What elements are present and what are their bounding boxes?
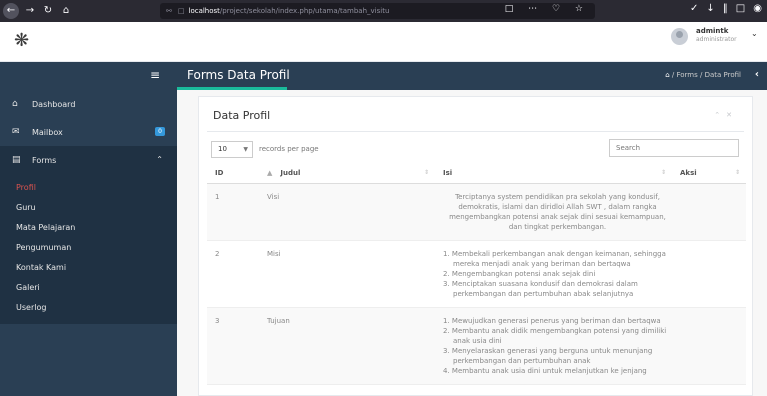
breadcrumb-separator: / — [700, 71, 703, 79]
table-row: 3 Tujuan 1. Mewujudkan generasi penerus … — [207, 307, 746, 385]
divider — [207, 131, 744, 132]
sidebar-item-label: Forms — [32, 155, 57, 165]
column-header-aksi[interactable]: Aksi ⇕ — [672, 163, 746, 184]
mailbox-count-badge: 0 — [155, 127, 165, 136]
sidebar-menu: ⌂ Dashboard ✉ Mailbox 0 ▤ Forms ⌃ — [0, 90, 177, 174]
caret-down-icon: ▼ — [243, 146, 248, 153]
page-title: Forms Data Profil — [187, 68, 290, 82]
submenu-item-galeri[interactable]: Galeri — [0, 278, 177, 298]
app-header: ❋ admintk administrator ⌄ — [0, 22, 767, 62]
submenu-item-profil[interactable]: Profil — [0, 178, 177, 198]
list-item: 4. Membantu anak usia dini untuk melanju… — [443, 366, 647, 375]
breadcrumb-separator: / — [671, 71, 675, 79]
url-actions[interactable]: □ ⋯ ♡ ☆ — [505, 4, 589, 14]
sidebar: ≡ ⌂ Dashboard ✉ Mailbox 0 ▤ Forms ⌃ Prof… — [0, 62, 177, 396]
isi-list: 1. Membekali perkembangan anak dengan ke… — [443, 249, 672, 299]
sidebar-item-forms[interactable]: ▤ Forms ⌃ — [0, 146, 177, 174]
chevron-up-icon: ⌃ — [156, 155, 163, 164]
submenu-item-userlog[interactable]: Userlog — [0, 298, 177, 318]
home-icon[interactable]: ⌂ — [59, 4, 73, 18]
table-row: 2 Misi 1. Membekali perkembangan anak de… — [207, 240, 746, 308]
sort-asc-icon: ▲ — [267, 168, 273, 177]
url-host: localhost — [188, 7, 220, 15]
school-logo-icon: ❋ — [14, 30, 30, 51]
table-icon: ▤ — [12, 155, 21, 165]
search-input[interactable] — [609, 139, 739, 157]
cell-aksi — [672, 240, 746, 308]
shield-icon: ⚯ — [166, 7, 172, 15]
back-arrow-icon[interactable]: ← — [3, 3, 19, 19]
sidebar-item-label: Dashboard — [32, 99, 76, 109]
list-item: 2. Membantu anak didik mengembangkan pot… — [443, 326, 667, 345]
forms-submenu: Profil Guru Mata Pelajaran Pengumuman Ko… — [0, 174, 177, 324]
cell-aksi — [672, 307, 746, 385]
reload-icon[interactable]: ↻ — [41, 4, 55, 18]
user-name[interactable]: admintk — [696, 27, 728, 35]
sidebar-header: ≡ — [0, 62, 177, 90]
forward-arrow-icon[interactable]: → — [23, 4, 37, 18]
user-role: administrator — [696, 36, 737, 43]
content-header: Forms Data Profil ⌂ / Forms / Data Profi… — [177, 62, 767, 90]
url-bar[interactable]: ⚯ □ localhost /project/sekolah/index.php… — [160, 3, 595, 19]
list-item: 1. Mewujudkan generasi penerus yang beri… — [443, 316, 661, 325]
avatar[interactable] — [671, 28, 688, 45]
breadcrumb-forms[interactable]: Forms — [676, 71, 697, 79]
cell-judul: Misi — [259, 240, 435, 308]
records-per-page-select[interactable]: 10 ▼ — [211, 141, 253, 158]
data-panel: Data Profil ⌃✕ 10 ▼ records per page ID … — [198, 96, 753, 396]
panel-tools: ⌃✕ — [714, 111, 738, 119]
cell-judul: Tujuan — [259, 307, 435, 385]
sort-icon: ⇕ — [660, 169, 666, 176]
cell-aksi — [672, 183, 746, 241]
column-label: Aksi — [680, 168, 697, 177]
sort-icon: ⇕ — [734, 169, 740, 176]
list-item: 3. Menciptakan suasana kondusif dan demo… — [443, 279, 638, 298]
page-icon: □ — [177, 7, 185, 15]
table-row: 1 Visi Terciptanya system pendidikan pra… — [207, 183, 746, 241]
menu-toggle-icon[interactable]: ≡ — [150, 68, 160, 82]
list-item: 1. Membekali perkembangan anak dengan ke… — [443, 249, 666, 268]
cell-isi: 1. Mewujudkan generasi penerus yang beri… — [435, 307, 672, 385]
cell-isi: 1. Membekali perkembangan anak dengan ke… — [435, 240, 672, 308]
records-per-page-value: 10 — [218, 145, 227, 153]
cell-id: 2 — [207, 240, 259, 308]
close-icon[interactable]: ✕ — [726, 111, 738, 119]
submenu-item-mata-pelajaran[interactable]: Mata Pelajaran — [0, 218, 177, 238]
chevron-left-icon[interactable]: ‹ — [755, 69, 759, 80]
breadcrumb: ⌂ / Forms / Data Profil — [665, 71, 741, 79]
list-item: 2. Mengembangkan potensi anak sejak dini — [443, 269, 596, 278]
cell-judul: Visi — [259, 183, 435, 241]
toolbar-icons[interactable]: ✓↓‖□◉ — [690, 3, 767, 14]
column-label: Isi — [443, 168, 453, 177]
submenu-item-pengumuman[interactable]: Pengumuman — [0, 238, 177, 258]
sidebar-item-label: Mailbox — [32, 127, 63, 137]
panel-title: Data Profil — [213, 109, 271, 122]
submenu-item-kontak-kami[interactable]: Kontak Kami — [0, 258, 177, 278]
home-icon: ⌂ — [12, 99, 18, 109]
submenu-item-guru[interactable]: Guru — [0, 198, 177, 218]
cell-id: 3 — [207, 307, 259, 385]
sidebar-item-mailbox[interactable]: ✉ Mailbox 0 — [0, 118, 177, 146]
collapse-icon[interactable]: ⌃ — [714, 111, 726, 119]
home-icon[interactable]: ⌂ — [665, 71, 669, 79]
breadcrumb-current: Data Profil — [704, 71, 741, 79]
column-header-id[interactable]: ID — [207, 163, 259, 184]
cell-isi: Terciptanya system pendidikan pra sekola… — [435, 183, 672, 241]
column-label: ID — [215, 168, 224, 177]
column-header-isi[interactable]: Isi ⇕ — [435, 163, 672, 184]
chevron-down-icon[interactable]: ⌄ — [751, 29, 758, 38]
cell-id: 1 — [207, 183, 259, 241]
column-label: Judul — [280, 168, 301, 177]
sidebar-item-dashboard[interactable]: ⌂ Dashboard — [0, 90, 177, 118]
list-item: 3. Menyelaraskan generasi yang berguna u… — [443, 346, 653, 365]
table-header-row: ID ▲ Judul ⇕ Isi ⇕ Aksi ⇕ — [207, 163, 746, 184]
column-header-judul[interactable]: ▲ Judul ⇕ — [259, 163, 435, 184]
isi-list: 1. Mewujudkan generasi penerus yang beri… — [443, 316, 672, 376]
records-per-page-label: records per page — [259, 145, 319, 153]
envelope-icon: ✉ — [12, 127, 20, 137]
sort-icon: ⇕ — [423, 169, 429, 176]
url-path: /project/sekolah/index.php/utama/tambah_… — [219, 7, 390, 15]
browser-toolbar: ← → ↻ ⌂ ⚯ □ localhost /project/sekolah/i… — [0, 0, 767, 22]
data-table: ID ▲ Judul ⇕ Isi ⇕ Aksi ⇕ 1 Visi Terciptanya… — [207, 163, 746, 385]
